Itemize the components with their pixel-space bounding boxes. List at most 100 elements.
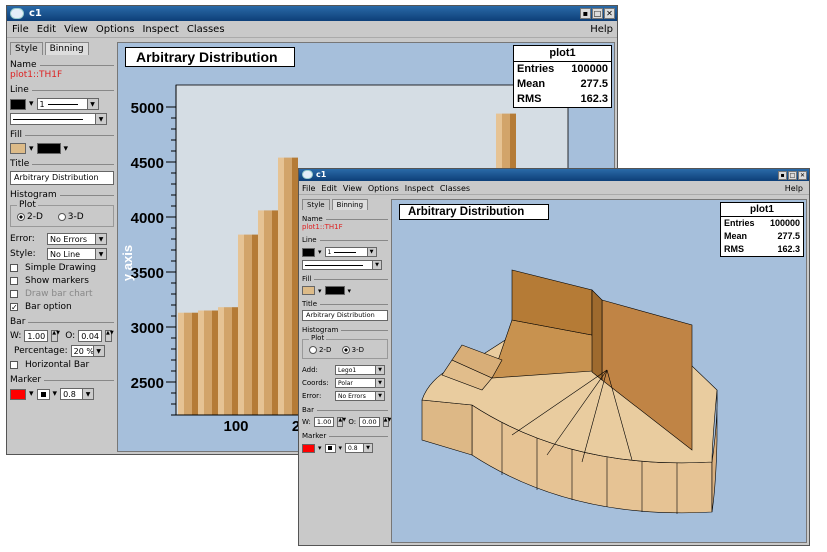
radio-icon xyxy=(57,212,66,221)
radio-3d[interactable]: 3-D xyxy=(57,212,84,222)
menu-help[interactable]: Help xyxy=(785,184,803,193)
title-section-label: Title xyxy=(302,300,388,308)
chevron-down-icon[interactable]: ▾ xyxy=(53,389,58,399)
histogram-section-label: Histogram xyxy=(302,326,388,334)
marker-style-swatch[interactable] xyxy=(36,388,50,400)
window-title: c1 xyxy=(316,170,327,179)
title-bar[interactable]: c1 ▪ □ ✕ xyxy=(299,169,809,181)
marker-size-value: 0.8 xyxy=(348,444,358,452)
marker-color-swatch[interactable] xyxy=(10,388,26,400)
error-select[interactable]: No Errors xyxy=(47,233,107,245)
menu-help[interactable]: Help xyxy=(590,24,613,35)
line-style-select[interactable] xyxy=(10,113,107,125)
menu-view[interactable]: View xyxy=(343,184,362,193)
line-color-swatch[interactable] xyxy=(302,247,315,257)
menu-file[interactable]: File xyxy=(12,24,29,35)
chevron-down-icon[interactable]: ▾ xyxy=(64,144,69,154)
chevron-down-icon[interactable]: ▾ xyxy=(29,389,34,399)
add-select[interactable]: Lego1 xyxy=(335,365,385,375)
chevron-down-icon[interactable]: ▾ xyxy=(29,144,34,154)
window-title: c1 xyxy=(29,8,42,19)
minimize-button[interactable]: ▪ xyxy=(778,171,787,180)
title-input[interactable]: Arbitrary Distribution xyxy=(302,310,388,321)
title-input[interactable]: Arbitrary Distribution xyxy=(10,171,114,185)
bar-width-input[interactable]: 1.00 xyxy=(24,330,49,342)
histogram-section-label: Histogram xyxy=(10,190,114,200)
bar-offset-input[interactable]: 0.04 xyxy=(78,330,102,342)
percentage-select[interactable]: 20 % xyxy=(70,345,105,357)
add-label: Add: xyxy=(302,366,318,374)
menu-inspect[interactable]: Inspect xyxy=(142,24,178,35)
error-label: Error: xyxy=(302,392,322,400)
spin-arrows-icon[interactable]: ▲▼ xyxy=(105,330,114,342)
maximize-button[interactable]: □ xyxy=(788,171,797,180)
line-width-select[interactable]: 1 xyxy=(36,98,99,110)
spin-arrows-icon[interactable]: ▲▼ xyxy=(337,417,346,427)
mean-label: Mean xyxy=(724,231,748,241)
chevron-down-icon[interactable]: ▾ xyxy=(29,99,34,109)
spin-arrows-icon[interactable]: ▲▼ xyxy=(51,330,60,342)
tab-style[interactable]: Style xyxy=(10,42,43,55)
lego-canvas[interactable]: Arbitrary Distribution plot1 Entries 1000… xyxy=(391,199,807,543)
bar-offset-input[interactable]: 0.00 xyxy=(359,417,380,427)
line-style-select[interactable] xyxy=(302,260,382,270)
mean-value: 277.5 xyxy=(777,231,800,241)
line-color-swatch[interactable] xyxy=(10,98,26,110)
title-bar[interactable]: c1 ▪ □ ✕ xyxy=(7,6,617,21)
tab-binning[interactable]: Binning xyxy=(44,42,89,55)
stats-box: plot1 Entries 100000 Mean 277.5 RMS 162.3 xyxy=(720,202,804,257)
menu-options[interactable]: Options xyxy=(96,24,135,35)
bar-width-input[interactable]: 1.00 xyxy=(313,417,335,427)
bar-width-label: W: xyxy=(302,418,311,426)
radio-2d[interactable]: 2-D xyxy=(17,212,43,222)
root-logo-icon xyxy=(302,170,313,179)
fill-pattern-swatch[interactable] xyxy=(36,143,61,154)
radio-2d[interactable]: 2-D xyxy=(309,346,331,354)
root-logo-icon xyxy=(10,8,24,19)
chevron-down-icon[interactable]: ▾ xyxy=(318,248,322,256)
marker-size-select[interactable]: 0.8 xyxy=(345,443,374,453)
marker-color-swatch[interactable] xyxy=(302,443,315,453)
menu-edit[interactable]: Edit xyxy=(321,184,337,193)
menu-bar: File Edit View Options Inspect Classes H… xyxy=(299,182,809,195)
chevron-down-icon[interactable]: ▾ xyxy=(318,287,322,295)
menu-classes[interactable]: Classes xyxy=(440,184,470,193)
checkbox-icon xyxy=(10,277,18,285)
menu-edit[interactable]: Edit xyxy=(37,24,56,35)
marker-style-swatch[interactable] xyxy=(324,443,336,453)
close-button[interactable]: ✕ xyxy=(798,171,807,180)
chevron-down-icon[interactable]: ▾ xyxy=(318,444,322,452)
draw-bar-chart-label: Draw bar chart xyxy=(25,289,93,299)
close-button[interactable]: ✕ xyxy=(604,8,615,19)
menu-bar: File Edit View Options Inspect Classes H… xyxy=(7,22,617,38)
fill-color-swatch[interactable] xyxy=(302,286,315,295)
menu-classes[interactable]: Classes xyxy=(187,24,225,35)
bar-option-checkbox[interactable]: ✓ Bar option xyxy=(10,302,114,312)
chevron-down-icon[interactable]: ▾ xyxy=(348,287,352,295)
show-markers-checkbox[interactable]: Show markers xyxy=(10,276,114,286)
marker-size-select[interactable]: 0.8 xyxy=(60,388,95,400)
line-width-value: 1 xyxy=(39,99,45,109)
menu-file[interactable]: File xyxy=(302,184,315,193)
tallest-segment-side xyxy=(591,289,603,381)
coords-select[interactable]: Polar xyxy=(335,378,385,388)
maximize-button[interactable]: □ xyxy=(592,8,603,19)
marker-square-icon xyxy=(328,446,333,450)
fill-pattern-swatch[interactable] xyxy=(324,286,345,295)
radio-3d[interactable]: 3-D xyxy=(341,346,364,354)
tab-style[interactable]: Style xyxy=(302,199,330,210)
menu-inspect[interactable]: Inspect xyxy=(405,184,434,193)
menu-options[interactable]: Options xyxy=(368,184,399,193)
spin-arrows-icon[interactable]: ▲▼ xyxy=(382,417,391,427)
horizontal-bar-checkbox[interactable]: Horizontal Bar xyxy=(10,360,114,370)
menu-view[interactable]: View xyxy=(64,24,88,35)
add-value: Lego1 xyxy=(338,366,357,374)
chevron-down-icon[interactable]: ▾ xyxy=(339,444,343,452)
error-select[interactable]: No Errors xyxy=(335,391,385,401)
draw-style-select[interactable]: No Line xyxy=(47,248,107,260)
fill-color-swatch[interactable] xyxy=(10,143,26,154)
tab-binning[interactable]: Binning xyxy=(331,199,369,210)
line-width-select[interactable]: 1 xyxy=(324,247,377,257)
minimize-button[interactable]: ▪ xyxy=(580,8,591,19)
simple-drawing-checkbox[interactable]: Simple Drawing xyxy=(10,263,114,273)
